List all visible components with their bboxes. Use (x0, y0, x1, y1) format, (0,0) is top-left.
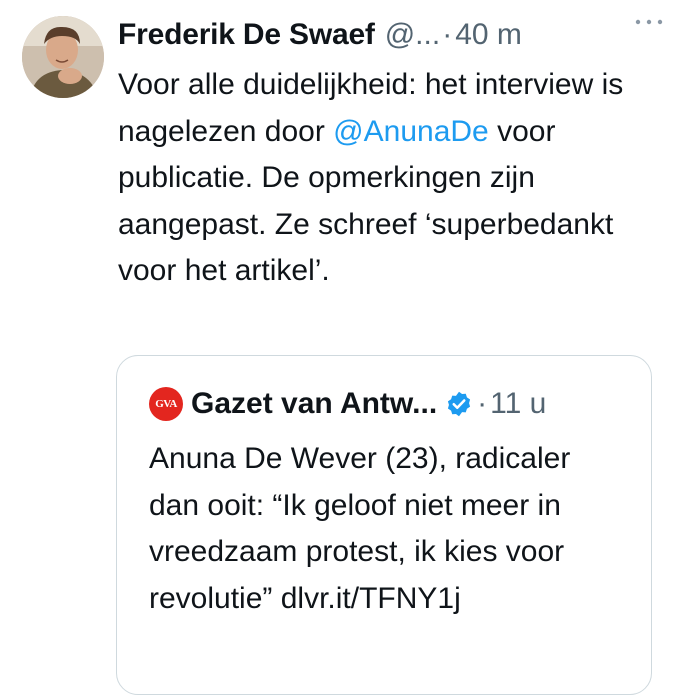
quoted-tweet-header: GVA Gazet van Antw... · 11 u (149, 384, 546, 424)
mention-link[interactable]: @AnunaDe (333, 115, 489, 148)
quoted-tweet-card[interactable]: GVA Gazet van Antw... · 11 u Anuna De We… (116, 355, 652, 695)
avatar[interactable] (22, 16, 104, 98)
separator-dot: · (477, 387, 488, 420)
verified-badge-icon (445, 390, 473, 418)
tweet-text: Voor alle duidelijkheid: het interview i… (118, 62, 646, 295)
tweet-header: Frederik De Swaef @... · 40 m (118, 12, 658, 58)
quoted-tweet-text: Anuna De Wever (23), radicaler dan ooit:… (149, 442, 571, 615)
avatar-image (22, 16, 104, 98)
author-handle[interactable]: @... (385, 18, 440, 52)
author-name[interactable]: Frederik De Swaef (118, 18, 375, 52)
quoted-tweet-timestamp[interactable]: 11 u (490, 387, 546, 421)
quoted-author-name[interactable]: Gazet van Antw... (191, 387, 437, 421)
more-horizontal-icon[interactable] (632, 12, 666, 32)
gva-logo[interactable]: GVA (149, 387, 183, 421)
tweet-timestamp[interactable]: 40 m (455, 18, 522, 52)
separator-dot: · (442, 18, 453, 51)
